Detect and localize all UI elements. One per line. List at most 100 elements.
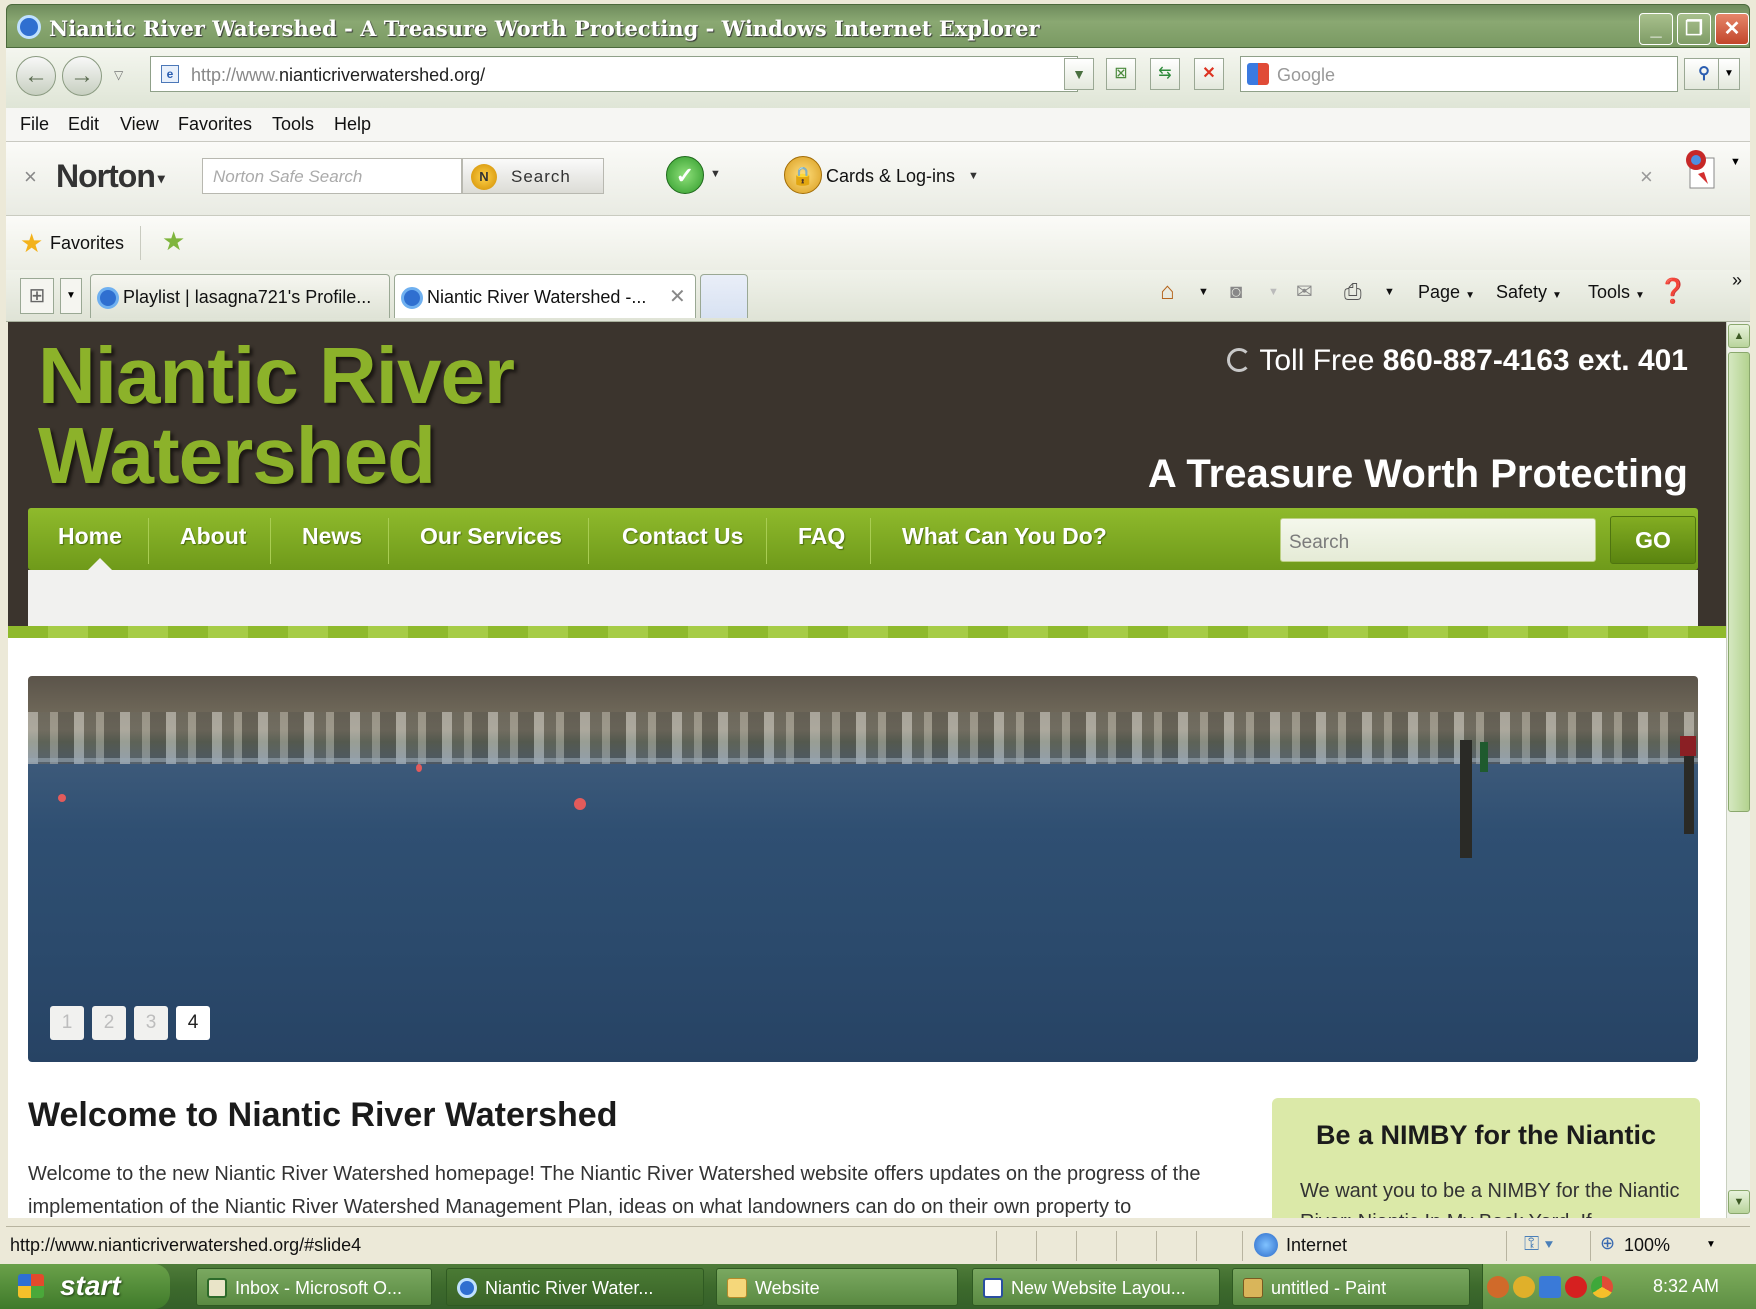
norton-search-placeholder: Norton Safe Search (213, 167, 363, 186)
address-bar[interactable]: e http://www.nianticriverwatershed.org/ (150, 56, 1078, 92)
zoom-icon[interactable]: ⊕ (1600, 1233, 1615, 1254)
close-tab-icon[interactable]: ✕ (669, 284, 686, 309)
slide-dot-4[interactable]: 4 (176, 1006, 210, 1040)
safety-menu[interactable]: Safety ▼ (1496, 282, 1562, 303)
norton-search-input[interactable]: Norton Safe Search (202, 158, 462, 194)
menu-view[interactable]: View (120, 114, 159, 135)
print-dropdown[interactable]: ▼ (1384, 286, 1395, 298)
back-button[interactable]: ← (16, 56, 56, 96)
taskbar-word[interactable]: New Website Layou... (972, 1268, 1220, 1306)
cards-logins-button[interactable]: Cards & Log-ins (826, 166, 955, 187)
tools-menu[interactable]: Tools ▼ (1588, 282, 1645, 303)
url-text[interactable]: http://www.nianticriverwatershed.org/ (191, 65, 485, 86)
buoy (416, 764, 422, 772)
nav-contact-us[interactable]: Contact Us (622, 508, 743, 570)
close-button[interactable]: ✕ (1715, 13, 1749, 45)
tray-security-icon[interactable] (1565, 1276, 1587, 1298)
home-icon[interactable]: ⌂ (1160, 278, 1175, 306)
recent-pages-dropdown[interactable]: ▽ (114, 68, 123, 82)
channel-marker-sign (1480, 742, 1488, 772)
protected-mode-icon[interactable]: ⚿ ▾ (1524, 1233, 1553, 1256)
minimize-button[interactable]: _ (1639, 13, 1673, 45)
tab-niantic[interactable]: Niantic River Watershed -... ✕ (394, 274, 696, 318)
norton-search-button[interactable]: N Search (462, 158, 604, 194)
safe-web-dropdown[interactable]: ▼ (710, 168, 721, 180)
scroll-thumb[interactable] (1728, 352, 1750, 812)
menu-file[interactable]: File (20, 114, 49, 135)
site-search-input[interactable]: Search (1280, 518, 1596, 562)
tab-playlist[interactable]: Playlist | lasagna721's Profile... (90, 274, 390, 318)
cards-logins-dropdown[interactable]: ▼ (968, 170, 979, 182)
tab-list-dropdown[interactable]: ▼ (60, 278, 82, 314)
menu-edit[interactable]: Edit (68, 114, 99, 135)
status-divider (1506, 1231, 1507, 1261)
taskbar-website-folder[interactable]: Website (716, 1268, 958, 1306)
menu-help[interactable]: Help (334, 114, 371, 135)
slide-dot-3[interactable]: 3 (134, 1006, 168, 1040)
compatibility-view-icon[interactable]: ⊠ (1106, 58, 1136, 90)
nav-news[interactable]: News (302, 508, 362, 570)
mail-icon[interactable]: ✉ (1296, 278, 1313, 306)
address-dropdown-button[interactable]: ▼ (1064, 58, 1094, 90)
toolbar-close-icon[interactable]: × (1640, 164, 1653, 190)
scroll-up-arrow[interactable]: ▲ (1728, 324, 1750, 348)
security-zone[interactable]: Internet (1286, 1235, 1347, 1256)
taskbar-ie[interactable]: Niantic River Water... (446, 1268, 704, 1306)
ie-icon (17, 15, 41, 39)
add-to-favorites-bar-icon[interactable]: ★ (162, 228, 185, 254)
water-line (28, 758, 1698, 762)
search-options-dropdown[interactable]: ▼ (1718, 58, 1740, 90)
pdf-convert-icon[interactable] (1682, 148, 1720, 190)
nimby-text: We want you to be a NIMBY for the Nianti… (1300, 1180, 1680, 1218)
print-icon[interactable]: ⎙ (1344, 278, 1362, 306)
taskbar-paint[interactable]: untitled - Paint (1232, 1268, 1470, 1306)
tray-chrome-icon[interactable] (1591, 1276, 1613, 1298)
taskbar-outlook[interactable]: Inbox - Microsoft O... (196, 1268, 432, 1306)
home-dropdown[interactable]: ▼ (1198, 286, 1209, 298)
pdf-dropdown[interactable]: ▼ (1730, 156, 1741, 168)
help-icon[interactable]: ❓ (1658, 278, 1688, 306)
more-commands-chevron[interactable]: » (1732, 270, 1742, 291)
nav-about[interactable]: About (180, 508, 246, 570)
norton-close-icon[interactable]: × (24, 164, 37, 190)
new-tab-button[interactable] (700, 274, 748, 318)
menu-favorites[interactable]: Favorites (178, 114, 252, 135)
go-button[interactable]: GO (1610, 516, 1696, 564)
refresh-icon[interactable]: ⇆ (1150, 58, 1180, 90)
menu-tools[interactable]: Tools (272, 114, 314, 135)
identity-safe-lock-icon[interactable]: 🔒 (784, 156, 822, 194)
norton-logo[interactable]: Norton ▾ (56, 158, 165, 195)
internet-zone-icon (1254, 1233, 1278, 1257)
tray-update-icon[interactable] (1539, 1276, 1561, 1298)
quick-tabs-icon[interactable]: ⊞ (20, 278, 54, 314)
hero-slider: 1 2 3 4 (28, 676, 1698, 1062)
favorites-button[interactable]: Favorites (50, 233, 124, 254)
forward-button[interactable]: → (62, 56, 102, 96)
page-menu[interactable]: Page ▼ (1418, 282, 1475, 303)
slide-dot-2[interactable]: 2 (92, 1006, 126, 1040)
tray-arrow-icon[interactable] (1487, 1276, 1509, 1298)
vertical-scrollbar[interactable]: ▲ ▼ (1726, 322, 1750, 1218)
tray-norton-icon[interactable] (1513, 1276, 1535, 1298)
start-button[interactable]: start (0, 1264, 170, 1309)
welcome-heading: Welcome to Niantic River Watershed (28, 1096, 618, 1134)
stop-icon[interactable]: ✕ (1194, 58, 1224, 90)
slide-dot-1[interactable]: 1 (50, 1006, 84, 1040)
feeds-icon[interactable]: ◙ (1230, 278, 1242, 306)
scroll-down-arrow[interactable]: ▼ (1728, 1190, 1750, 1214)
feeds-dropdown[interactable]: ▼ (1268, 286, 1279, 298)
header-stripe (8, 626, 1726, 638)
nimby-title: Be a NIMBY for the Niantic (1315, 1120, 1657, 1150)
nav-our-services[interactable]: Our Services (420, 508, 562, 570)
site-logo[interactable]: Niantic River Watershed (38, 336, 515, 496)
taskbar-clock: 8:32 AM (1653, 1276, 1720, 1296)
zoom-dropdown[interactable]: ▼ (1706, 1239, 1716, 1250)
google-search-box[interactable]: Google (1240, 56, 1678, 92)
safe-web-check-icon[interactable]: ✓ (666, 156, 704, 194)
page-icon: e (161, 65, 179, 83)
site-search-placeholder: Search (1289, 532, 1350, 553)
zoom-level[interactable]: 100% (1624, 1235, 1670, 1256)
nav-faq[interactable]: FAQ (798, 508, 845, 570)
maximize-button[interactable]: ❐ (1677, 13, 1711, 45)
nav-what-can-you-do[interactable]: What Can You Do? (902, 508, 1107, 570)
